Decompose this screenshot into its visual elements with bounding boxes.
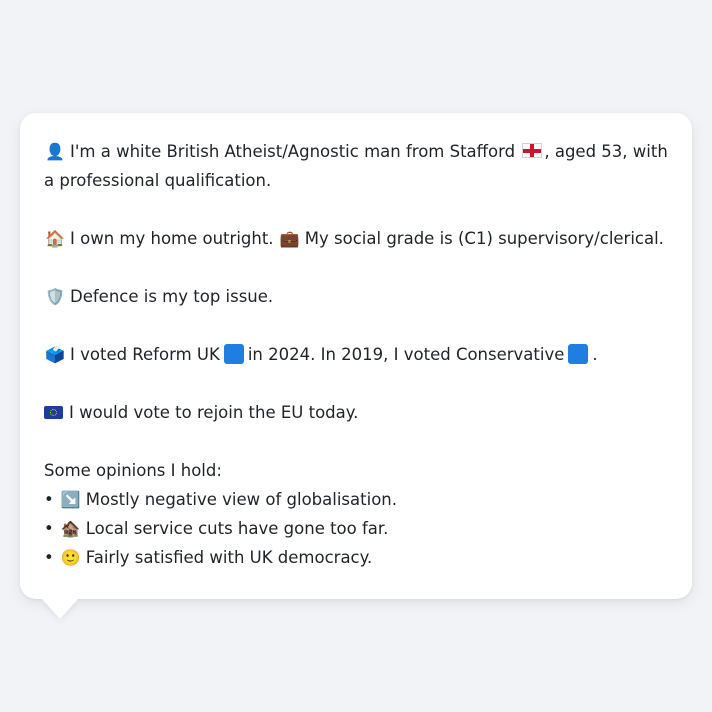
eu-flag-icon [44,406,63,419]
down-right-arrow-icon: ↘️ [60,490,81,509]
shield-icon: 🛡️ [45,287,65,306]
eu-text: I would vote to rejoin the EU today. [69,403,359,422]
opinions-heading: Some opinions I hold: [44,461,222,480]
opinion-item: • 🏚️ Local service cuts have gone too far. [44,514,670,543]
eu-line: I would vote to rejoin the EU today. [44,398,670,427]
conservative-color-square [568,344,589,364]
opinion-text: Mostly negative view of globalisation. [85,490,397,509]
opinion-text: Local service cuts have gone too far. [85,519,389,538]
opinion-item: • ↘️ Mostly negative view of globalisation… [44,485,670,514]
reform-color-square [223,344,244,364]
opinion-text: Fairly satisfied with UK democracy. [85,548,373,567]
profile-message-bubble: 👤 I'm a white British Atheist/Agnostic ma… [20,113,692,599]
ballot-box-icon: 🗳️ [45,345,65,364]
vote-text-part2: in 2024. In 2019, I voted Conservative [247,345,565,364]
england-flag-icon [522,143,543,158]
home-text: I own my home outright. [70,229,274,248]
person-silhouette-icon: 👤 [45,142,65,161]
bubble-tail [42,599,78,619]
briefcase-icon: 💼 [279,229,300,248]
slightly-smiling-face-icon: 🙂 [60,548,81,567]
social-grade-text: My social grade is (C1) supervisory/cler… [304,229,664,248]
home-line: 🏠 I own my home outright. 💼 My social grad… [44,224,670,253]
intro-line: 👤 I'm a white British Atheist/Agnostic ma… [44,137,670,195]
derelict-house-icon: 🏚️ [60,519,81,538]
vote-text-part1: I voted Reform UK [70,345,220,364]
issue-line: 🛡️ Defence is my top issue. [44,282,670,311]
bullet: • [44,548,54,567]
opinion-item: • 🙂 Fairly satisfied with UK democracy. [44,543,670,572]
vote-line: 🗳️ I voted Reform UK in 2024. In 2019, I v… [44,340,670,369]
issue-text: Defence is my top issue. [70,287,274,306]
bullet: • [44,490,54,509]
house-icon: 🏠 [45,229,65,248]
bullet: • [44,519,54,538]
vote-text-part3: . [592,345,598,364]
intro-text-before-flag: I'm a white British Atheist/Agnostic man… [70,142,516,161]
